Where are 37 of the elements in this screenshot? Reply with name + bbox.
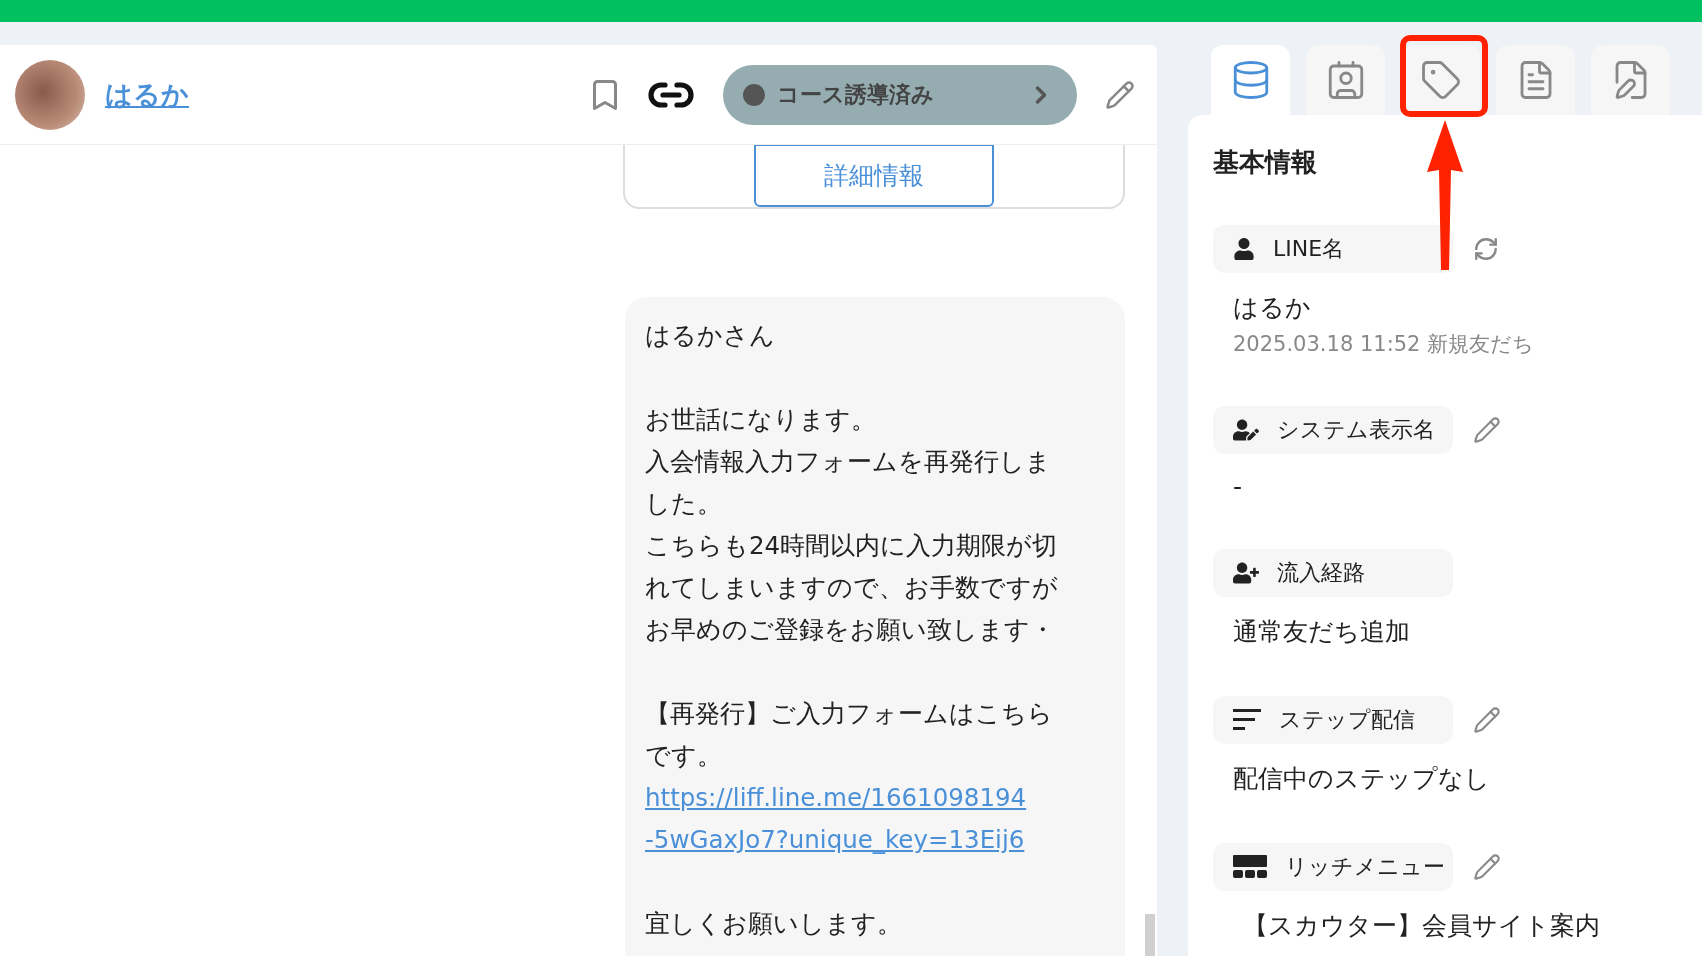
field-label: システム表示名 (1277, 416, 1435, 444)
field-label: 流入経路 (1277, 559, 1365, 587)
person-plus-icon (1233, 560, 1259, 586)
detail-button[interactable]: 詳細情報 (754, 145, 994, 207)
field-value: はるか (1233, 292, 1312, 324)
tab[interactable] (1496, 45, 1575, 115)
tag-icon (1419, 59, 1462, 101)
message-text: お世話になります。 入会情報入力フォームを再発行しま した。 こちらも24時間以内に入力期限が切 れてしまいますので、お手数ですが お早めのご登録をお願い致します・ (645, 404, 1059, 646)
message-link[interactable]: https://liff.line.me/1661098194 -5wGaxJo7?unique_key=13Eij6 (645, 777, 1103, 861)
field-label: ステップ配信 (1279, 706, 1415, 734)
field-value: - (1233, 472, 1244, 501)
field-value: 配信中のステップなし (1233, 763, 1491, 795)
lines-icon (1233, 708, 1261, 732)
person-edit-icon (1233, 417, 1259, 443)
field-label: LINE名 (1273, 235, 1345, 263)
edit-icon[interactable] (1473, 416, 1501, 444)
message-text: 宜しくお願いします。 (645, 908, 903, 940)
edit-icon[interactable] (1473, 853, 1501, 881)
tab[interactable] (1306, 45, 1385, 115)
edit-icon[interactable] (1105, 79, 1135, 110)
rich-menu-icon (1233, 855, 1267, 879)
message-text: はるかさん (645, 320, 776, 352)
field-subtext: 2025.03.18 11:52 新規友だち (1233, 331, 1536, 358)
panel-title: 基本情報 (1213, 146, 1318, 179)
user-name-link[interactable]: はるか (105, 76, 587, 113)
refresh-icon[interactable] (1473, 236, 1499, 262)
scrollbar (1145, 914, 1155, 956)
tab[interactable] (1211, 45, 1290, 115)
field-value: 【スカウター】会員サイト案内 (1243, 910, 1601, 942)
person-icon (1233, 238, 1255, 260)
field-label: リッチメニュー (1285, 853, 1445, 881)
message-text: 【再発行】ご入力フォームはこちら です。 (645, 698, 1054, 772)
edit-icon[interactable] (1473, 706, 1501, 734)
status-dot (743, 83, 765, 106)
tab[interactable] (1591, 45, 1670, 115)
status-button[interactable]: コース誘導済み (723, 64, 1077, 125)
field-value: 通常友だち追加 (1233, 616, 1411, 648)
